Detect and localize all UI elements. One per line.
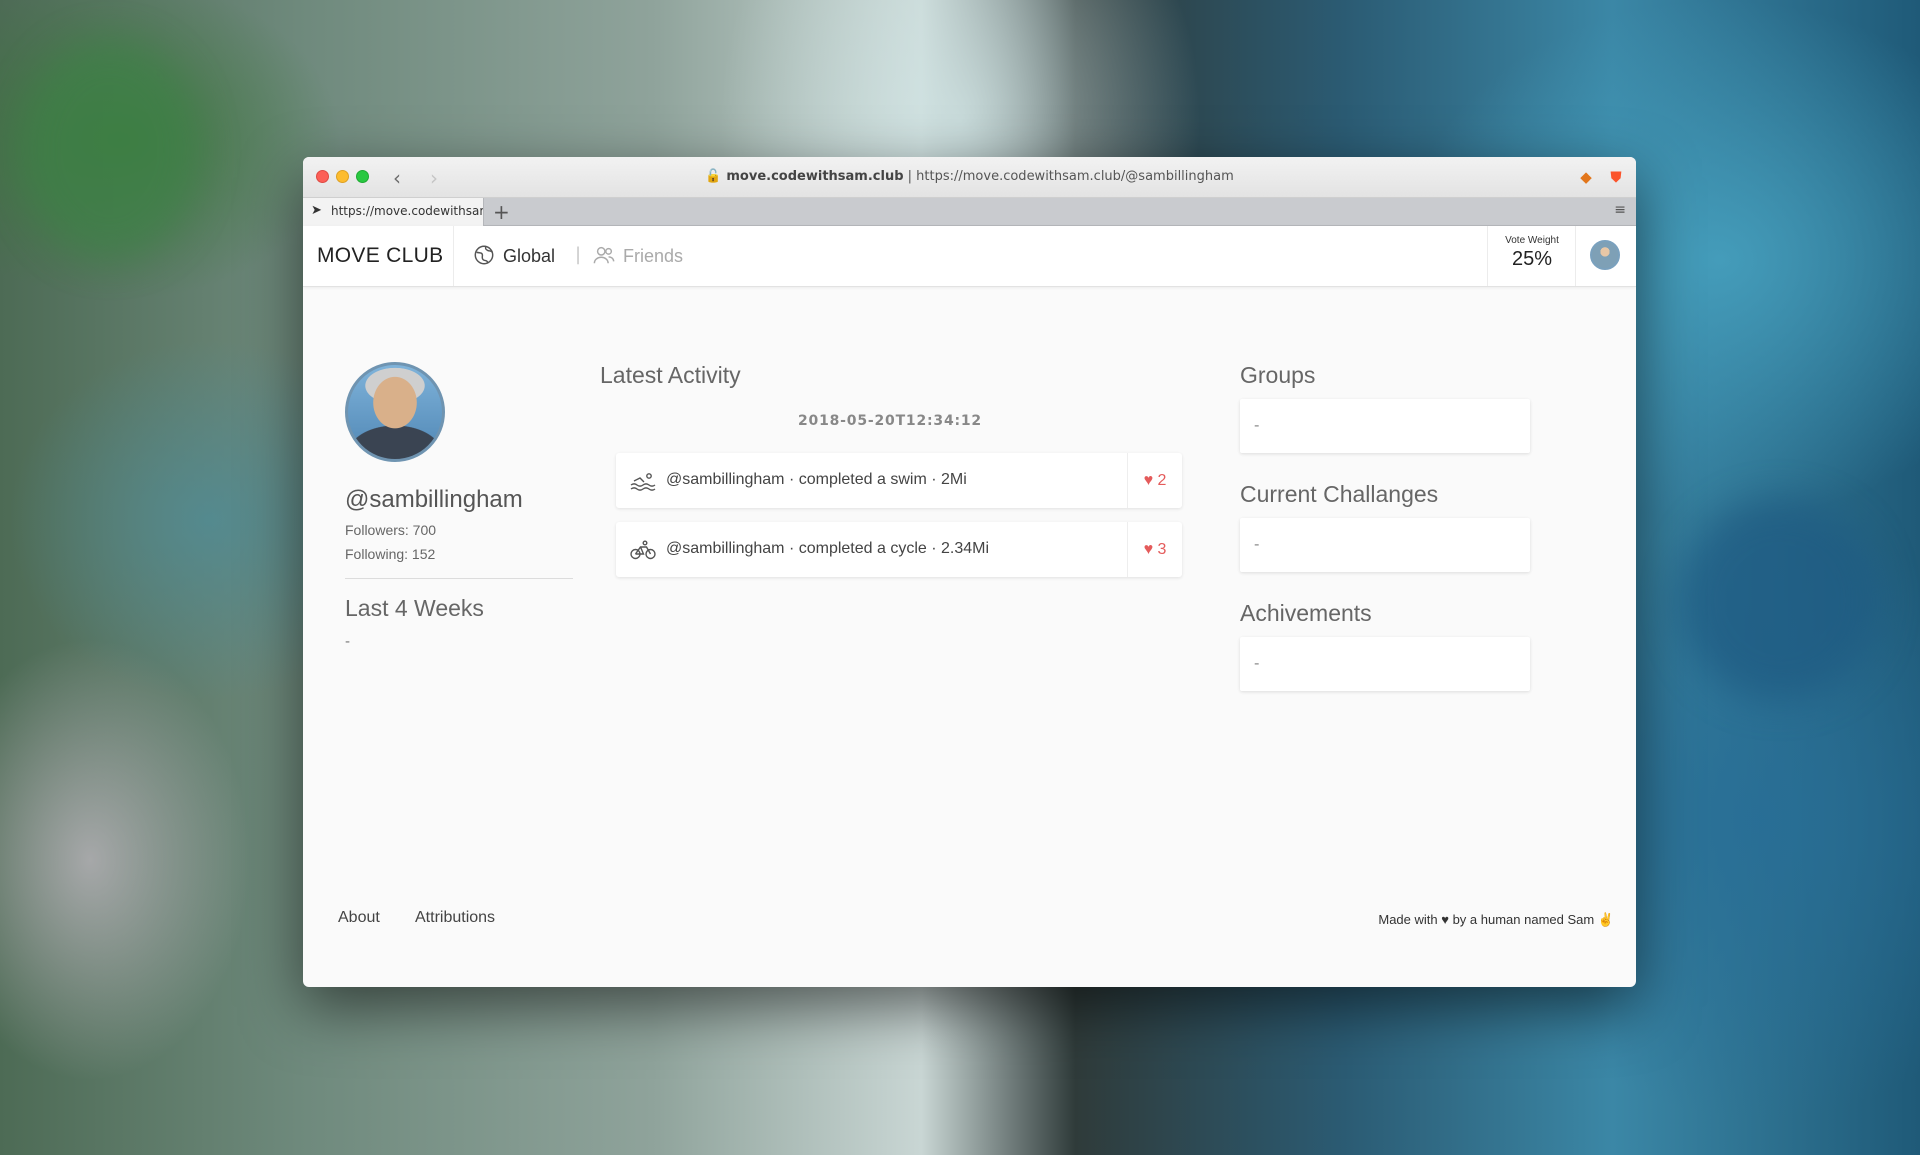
- tab-title: https://move.codewithsam.club/@sambillin…: [331, 204, 483, 218]
- like-button[interactable]: ♥ 2: [1127, 453, 1182, 508]
- brand-logo[interactable]: MOVE CLUB: [317, 244, 443, 268]
- achievements-section: Achivements -: [1240, 600, 1530, 691]
- url-host: move.codewithsam.club: [726, 169, 904, 184]
- nav-friends-label: Friends: [623, 246, 684, 266]
- header-divider: [453, 226, 454, 286]
- globe-icon: [474, 245, 494, 265]
- challenges-title: Current Challanges: [1240, 481, 1439, 507]
- header-divider: [1575, 226, 1576, 286]
- url-full: https://move.codewithsam.club/@sambillin…: [916, 169, 1234, 184]
- browser-titlebar: ‹ › 🔓 move.codewithsam.club | https://mov…: [303, 157, 1636, 198]
- followers-count[interactable]: Followers: 700: [345, 522, 573, 538]
- browser-tab[interactable]: ➤ https://move.codewithsam.club/@sambill…: [303, 198, 484, 226]
- profile-panel: @sambillingham Followers: 700 Following:…: [345, 362, 573, 650]
- groups-card: -: [1240, 399, 1530, 453]
- page-footer: About Attributions Made with ♥ by a huma…: [303, 887, 1636, 957]
- following-count[interactable]: Following: 152: [345, 546, 573, 562]
- vote-weight: Vote Weight 25%: [1488, 226, 1576, 286]
- new-tab-button[interactable]: +: [493, 200, 510, 224]
- nav-friends[interactable]: Friends: [593, 244, 683, 267]
- address-bar[interactable]: 🔓 move.codewithsam.club | https://move.co…: [303, 169, 1636, 184]
- sidebar-panel: Groups - Current Challanges - Achivement…: [1240, 362, 1530, 719]
- main-content: @sambillingham Followers: 700 Following:…: [303, 287, 1636, 957]
- last-weeks-value: -: [345, 634, 351, 650]
- user-avatar[interactable]: [1590, 240, 1620, 270]
- app-header: MOVE CLUB Global | Friends Vote Weight 2…: [303, 226, 1636, 287]
- swim-icon: [630, 473, 656, 491]
- unlocked-icon: 🔓: [705, 169, 722, 184]
- groups-title: Groups: [1240, 362, 1316, 388]
- activity-text: @sambillingham · completed a swim · 2Mi: [666, 471, 967, 488]
- attributions-link[interactable]: Attributions: [415, 909, 495, 927]
- runner-favicon-icon: ➤: [311, 203, 322, 218]
- vote-weight-value: 25%: [1511, 248, 1553, 270]
- background-blob: [1680, 500, 1880, 700]
- activity-item[interactable]: @sambillingham · completed a swim · 2Mi …: [616, 453, 1182, 508]
- profile-divider: [345, 578, 573, 579]
- nav-global-label: Global: [503, 246, 556, 266]
- vote-weight-label: Vote Weight: [1505, 235, 1559, 246]
- footer-credit: Made with ♥ by a human named Sam ✌: [1378, 912, 1614, 927]
- challenges-card: -: [1240, 518, 1530, 572]
- activity-date: 2018-05-20T12:34:12: [798, 413, 982, 429]
- profile-username: @sambillingham: [345, 486, 523, 513]
- profile-avatar: [345, 362, 445, 462]
- like-button[interactable]: ♥ 3: [1127, 522, 1182, 577]
- activity-item[interactable]: @sambillingham · completed a cycle · 2.3…: [616, 522, 1182, 577]
- nav-global[interactable]: Global: [473, 244, 555, 267]
- achievements-title: Achivements: [1240, 600, 1372, 626]
- about-link[interactable]: About: [338, 909, 380, 927]
- metamask-fox-icon[interactable]: ◆: [1576, 167, 1596, 187]
- activity-text: @sambillingham · completed a cycle · 2.3…: [666, 540, 990, 557]
- browser-tabbar: ➤ https://move.codewithsam.club/@sambill…: [303, 198, 1636, 226]
- brave-shield-icon[interactable]: ⛊: [1606, 167, 1626, 187]
- challenges-section: Current Challanges -: [1240, 481, 1530, 572]
- nav-separator: |: [575, 244, 582, 265]
- background-blob: [20, 40, 200, 260]
- cycle-icon: [630, 540, 656, 560]
- activity-panel: Latest Activity 2018-05-20T12:34:12 @sam…: [600, 362, 1182, 591]
- friends-icon: [593, 246, 615, 264]
- browser-window: ‹ › 🔓 move.codewithsam.club | https://mov…: [303, 157, 1636, 987]
- last-weeks-title: Last 4 Weeks: [345, 595, 484, 621]
- groups-section: Groups -: [1240, 362, 1530, 453]
- activity-list: @sambillingham · completed a swim · 2Mi …: [616, 453, 1182, 577]
- achievements-card: -: [1240, 637, 1530, 691]
- tab-menu-icon[interactable]: ≡: [1614, 202, 1626, 218]
- activity-title: Latest Activity: [600, 362, 741, 388]
